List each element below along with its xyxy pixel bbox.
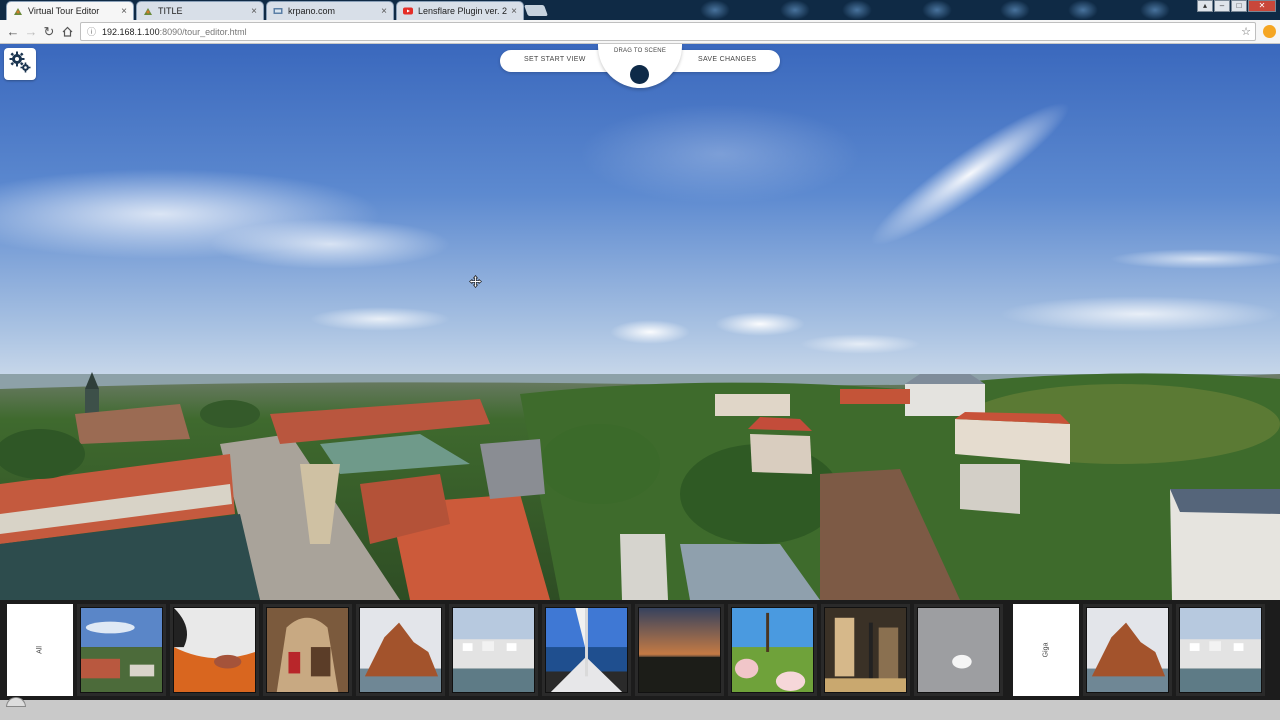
close-window-icon[interactable]: ✕ [1248, 0, 1276, 12]
tour-favicon-icon [143, 6, 153, 16]
reload-icon[interactable]: ↻ [40, 23, 58, 41]
scene-thumbnail[interactable] [914, 604, 1003, 696]
scene-thumbnail-strip: All Giga [0, 600, 1280, 700]
scene-thumbnail[interactable] [263, 604, 352, 696]
window-controls: ▴ – □ ✕ [1197, 0, 1276, 12]
scene-thumbnail[interactable] [449, 604, 538, 696]
address-path: :8090/tour_editor.html [159, 26, 247, 37]
bookmark-star-icon[interactable]: ☆ [1241, 25, 1251, 38]
save-changes-button[interactable]: SAVE CHANGES [698, 56, 756, 63]
category-label: Giga [1042, 642, 1050, 658]
tab-lensflare[interactable]: Lensflare Plugin ver. 2.0 × [396, 1, 524, 20]
set-start-view-button[interactable]: SET START VIEW [524, 56, 586, 63]
tab-close-icon[interactable]: × [381, 6, 387, 17]
scene-image-cellar-room [266, 607, 349, 693]
tab-label: krpano.com [288, 6, 336, 16]
scene-thumbnail[interactable] [356, 604, 445, 696]
panorama-image [0, 44, 1280, 600]
drag-to-scene-label: DRAG TO SCENE [613, 48, 667, 54]
category-label: All [36, 646, 44, 654]
scene-image-town-aerial [80, 607, 163, 693]
scene-thumbnail[interactable] [821, 604, 910, 696]
tab-virtual-tour-editor[interactable]: Virtual Tour Editor × [6, 1, 134, 20]
scene-image-car-interior [173, 607, 256, 693]
scene-image-red-rock-coast [1086, 607, 1169, 693]
tab-close-icon[interactable]: × [511, 6, 517, 17]
address-host: 192.168.1.100 [102, 26, 160, 37]
home-icon[interactable] [58, 23, 76, 41]
page-info-icon[interactable]: ⓘ [87, 25, 96, 38]
scene-image-red-rock-coast [359, 607, 442, 693]
browser-toolbar: ← → ↻ ⓘ 192.168.1.100:8090/tour_editor.h… [0, 20, 1280, 44]
browser-titlebar: Virtual Tour Editor × TITLE × krpano.com… [0, 0, 1280, 20]
youtube-favicon-icon [403, 6, 413, 16]
tab-label: TITLE [158, 6, 183, 16]
user-icon[interactable]: ▴ [1197, 0, 1213, 12]
extension-icon[interactable] [1263, 25, 1276, 38]
scene-thumbnail[interactable] [635, 604, 724, 696]
new-tab-button[interactable] [523, 5, 549, 16]
tab-close-icon[interactable]: × [121, 6, 127, 17]
bottom-bar [0, 700, 1280, 720]
tour-favicon-icon [13, 6, 23, 16]
krpano-favicon-icon [273, 6, 283, 16]
tab-krpano[interactable]: krpano.com × [266, 1, 394, 20]
scene-image-white-village-bay [452, 607, 535, 693]
tab-title[interactable]: TITLE × [136, 1, 264, 20]
scene-image-flower-garden [731, 607, 814, 693]
drag-handle[interactable] [630, 65, 649, 84]
scene-thumbnail[interactable] [1176, 604, 1265, 696]
maximize-icon[interactable]: □ [1231, 0, 1247, 12]
scene-image-sailboat-deck [545, 607, 628, 693]
scene-image-white-village-bay [1179, 607, 1262, 693]
scene-thumbnail[interactable] [170, 604, 259, 696]
scene-image-sunset-field [638, 607, 721, 693]
tab-close-icon[interactable]: × [251, 6, 257, 17]
panorama-viewport[interactable]: SET START VIEW SAVE CHANGES DRAG TO SCEN… [0, 44, 1280, 600]
category-all[interactable]: All [7, 604, 73, 696]
scene-image-snow-blank [917, 607, 1000, 693]
scene-thumbnail[interactable] [77, 604, 166, 696]
move-cursor-icon [469, 275, 482, 288]
address-bar[interactable]: ⓘ 192.168.1.100:8090/tour_editor.html ☆ [80, 22, 1256, 41]
tab-label: Virtual Tour Editor [28, 6, 100, 16]
scene-thumbnail[interactable] [728, 604, 817, 696]
gears-icon [8, 50, 32, 79]
back-icon[interactable]: ← [4, 23, 22, 41]
scene-thumbnail[interactable] [1083, 604, 1172, 696]
tab-label: Lensflare Plugin ver. 2.0 [418, 6, 508, 16]
forward-icon[interactable]: → [22, 23, 40, 41]
settings-button[interactable] [4, 48, 36, 80]
scene-thumbnail[interactable] [542, 604, 631, 696]
category-giga[interactable]: Giga [1013, 604, 1079, 696]
minimize-icon[interactable]: – [1214, 0, 1230, 12]
scene-image-spiral-staircase [824, 607, 907, 693]
